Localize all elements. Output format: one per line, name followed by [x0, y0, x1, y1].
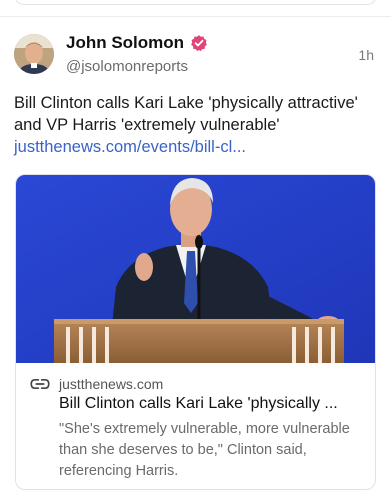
feed-divider: [0, 16, 391, 17]
avatar[interactable]: [14, 34, 54, 74]
card-body: justthenews.com Bill Clinton calls Kari …: [16, 363, 375, 489]
post-body: Bill Clinton calls Kari Lake 'physically…: [14, 94, 358, 134]
card-title[interactable]: Bill Clinton calls Kari Lake 'physically…: [59, 395, 364, 413]
avatar-photo: [14, 34, 54, 74]
previous-card-edge: [14, 0, 377, 5]
link-preview-card[interactable]: justthenews.com Bill Clinton calls Kari …: [15, 174, 376, 490]
post-time: 1h: [358, 47, 374, 63]
author-handle[interactable]: @jsolomonreports: [66, 58, 188, 75]
author-name[interactable]: John Solomon: [66, 33, 184, 53]
card-domain: justthenews.com: [59, 376, 164, 392]
card-description: "She's extremely vulnerable, more vulner…: [59, 421, 350, 479]
post-link[interactable]: justthenews.com/events/bill-cl...: [14, 138, 246, 156]
card-image: [16, 175, 375, 363]
post-text: Bill Clinton calls Kari Lake 'physically…: [14, 92, 374, 158]
verified-badge-icon: [191, 35, 207, 52]
link-icon: [30, 379, 50, 389]
